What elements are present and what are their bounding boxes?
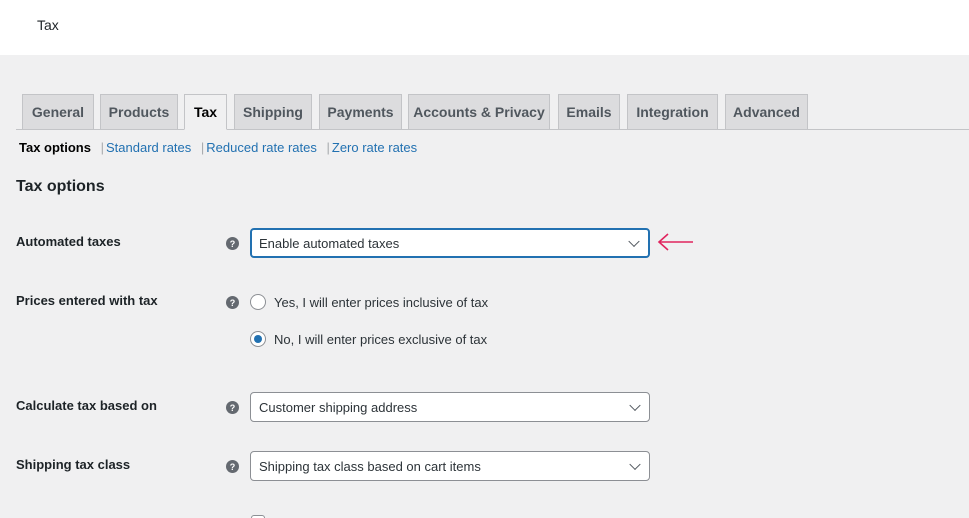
tax-subnav: Tax options | Standard rates | Reduced rat…: [19, 140, 417, 155]
tab-accounts-privacy[interactable]: Accounts & Privacy: [408, 94, 550, 129]
subnav-standard-rates[interactable]: Standard rates: [106, 140, 191, 155]
radio-label: Yes, I will enter prices inclusive of ta…: [274, 294, 489, 310]
tab-general[interactable]: General: [22, 94, 94, 129]
chevron-down-icon: [628, 235, 640, 248]
tab-payments[interactable]: Payments: [319, 94, 402, 129]
annotation-arrow-icon: [657, 233, 693, 251]
calculate-tax-based-on-value: Customer shipping address: [259, 399, 418, 415]
help-icon[interactable]: ?: [226, 237, 239, 250]
help-icon[interactable]: ?: [226, 460, 239, 473]
section-title: Tax options: [16, 178, 105, 195]
help-icon[interactable]: ?: [226, 296, 239, 309]
radio-button[interactable]: [250, 294, 266, 310]
shipping-tax-class-value: Shipping tax class based on cart items: [259, 458, 481, 474]
page-title: Tax: [37, 17, 59, 33]
tab-products[interactable]: Products: [100, 94, 178, 129]
radio-prices-exclusive[interactable]: No, I will enter prices exclusive of tax: [250, 331, 487, 347]
subnav-tax-options[interactable]: Tax options: [19, 140, 91, 155]
tab-advanced[interactable]: Advanced: [725, 94, 808, 129]
chevron-down-icon: [629, 399, 641, 412]
settings-tabs: General Products Tax Shipping Payments A…: [16, 94, 969, 130]
subnav-reduced-rate-rates[interactable]: Reduced rate rates: [206, 140, 317, 155]
tab-integration[interactable]: Integration: [627, 94, 718, 129]
shipping-tax-class-select[interactable]: Shipping tax class based on cart items: [250, 451, 650, 481]
subnav-separator: |: [100, 140, 104, 155]
subnav-separator: |: [326, 140, 330, 155]
subnav-zero-rate-rates[interactable]: Zero rate rates: [332, 140, 417, 155]
subnav-separator: |: [200, 140, 205, 155]
chevron-down-icon: [629, 458, 641, 471]
automated-taxes-select[interactable]: Enable automated taxes: [250, 228, 650, 258]
radio-label: No, I will enter prices exclusive of tax: [274, 331, 488, 347]
prices-entered-with-tax-label: Prices entered with tax: [16, 293, 158, 308]
radio-button-checked[interactable]: [250, 331, 266, 347]
shipping-tax-class-label: Shipping tax class: [16, 457, 131, 472]
automated-taxes-label: Automated taxes: [16, 234, 121, 249]
automated-taxes-value: Enable automated taxes: [259, 235, 400, 251]
help-icon[interactable]: ?: [226, 401, 239, 414]
calculate-tax-based-on-select[interactable]: Customer shipping address: [250, 392, 650, 422]
tab-tax[interactable]: Tax: [184, 94, 227, 130]
tab-shipping[interactable]: Shipping: [234, 94, 312, 129]
tab-emails[interactable]: Emails: [558, 94, 620, 129]
calculate-tax-based-on-label: Calculate tax based on: [16, 398, 157, 413]
radio-prices-inclusive[interactable]: Yes, I will enter prices inclusive of ta…: [250, 294, 488, 310]
page-header: Tax: [0, 0, 969, 55]
